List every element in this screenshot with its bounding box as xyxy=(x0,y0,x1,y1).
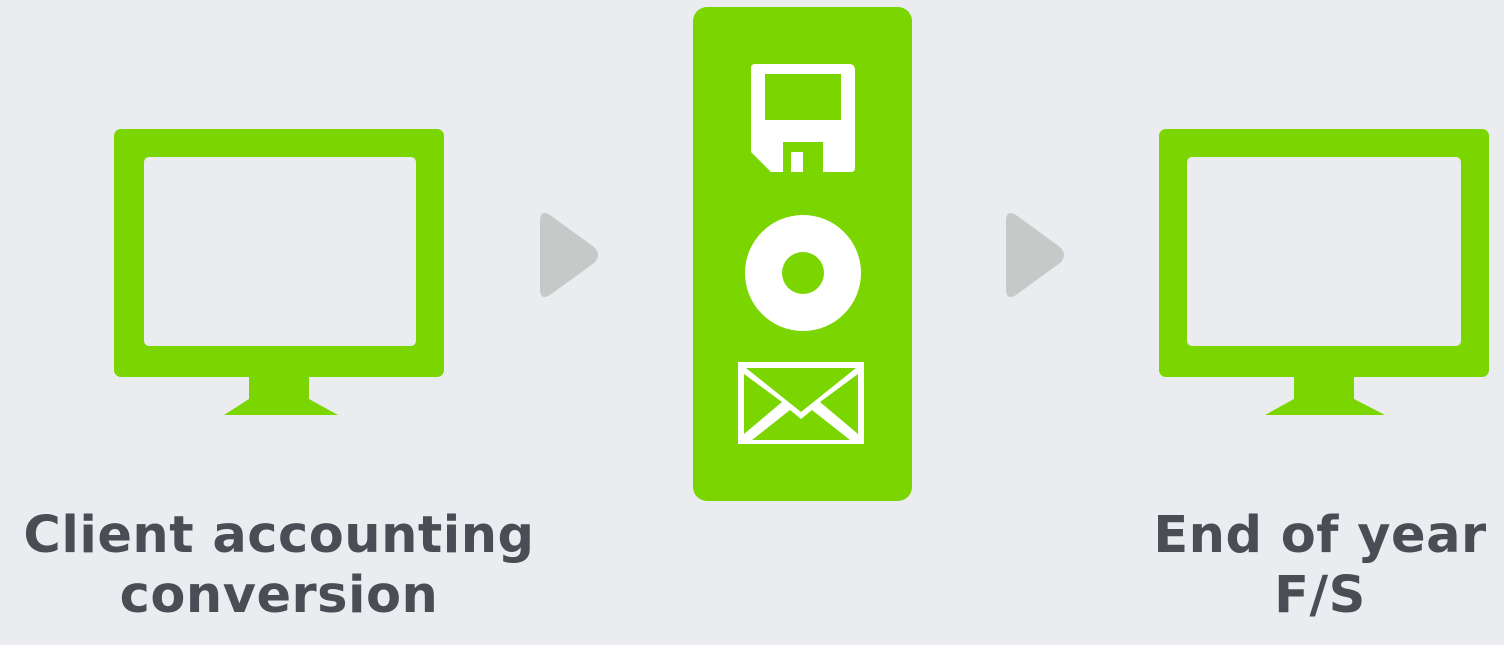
source-caption: Client accounting conversion xyxy=(14,506,544,626)
monitor-icon xyxy=(1159,129,1489,415)
media-panel xyxy=(693,7,912,501)
disc-icon xyxy=(745,215,861,331)
source-caption-line-1: Client accounting xyxy=(23,506,535,565)
target-caption-line-1: End of year xyxy=(1153,506,1487,565)
arrow-right-icon xyxy=(1006,213,1064,297)
target-caption-line-2: F/S xyxy=(1274,566,1366,625)
target-caption: End of year F/S xyxy=(1140,506,1500,626)
envelope-icon xyxy=(738,362,864,444)
monitor-icon xyxy=(114,129,444,415)
arrow-right-icon xyxy=(540,213,598,297)
source-caption-line-2: conversion xyxy=(119,566,439,625)
floppy-disk-icon xyxy=(751,64,855,172)
